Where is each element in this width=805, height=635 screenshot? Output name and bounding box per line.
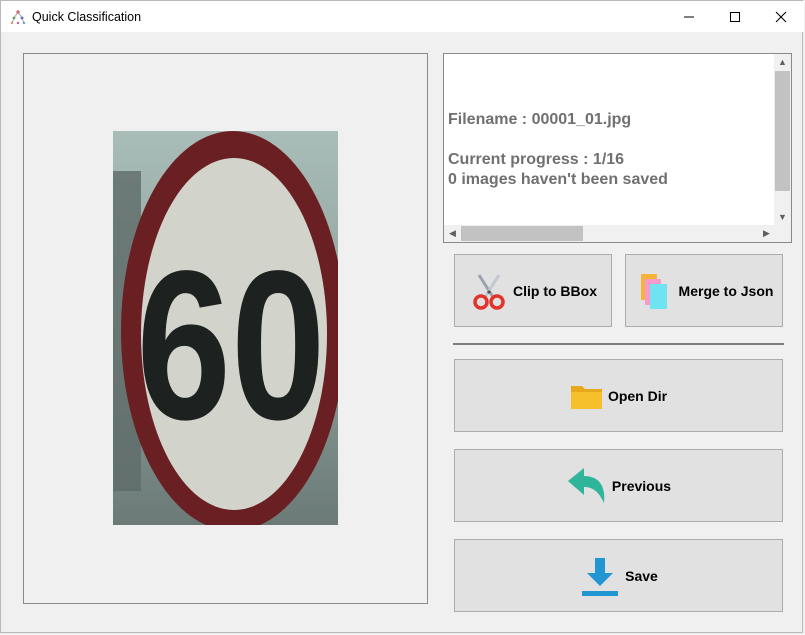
vertical-scrollbar[interactable]: ▲ ▼ bbox=[774, 54, 791, 226]
folder-icon bbox=[570, 385, 602, 409]
filename-text: Filename : 00001_01.jpg bbox=[448, 111, 632, 128]
previous-button[interactable]: Previous bbox=[454, 449, 783, 522]
close-button[interactable] bbox=[758, 1, 804, 32]
open-dir-button[interactable]: Open Dir bbox=[454, 359, 783, 432]
traffic-sign-image: 60 bbox=[113, 131, 338, 525]
progress-text: Current progress : 1/16 bbox=[448, 151, 625, 168]
clip-to-bbox-button[interactable]: Clip to BBox bbox=[454, 254, 612, 327]
download-icon bbox=[582, 557, 619, 596]
maximize-icon bbox=[730, 11, 740, 22]
image-preview-panel: 60 bbox=[23, 53, 428, 604]
documents-icon bbox=[640, 273, 667, 309]
scroll-corner bbox=[774, 225, 791, 242]
scroll-right-arrow-icon[interactable]: ▶ bbox=[758, 225, 775, 242]
maximize-button[interactable] bbox=[712, 1, 758, 32]
clip-to-bbox-label: Clip to BBox bbox=[513, 282, 597, 299]
back-arrow-icon bbox=[567, 467, 605, 503]
unsaved-count-text: 0 images haven't been saved bbox=[448, 171, 668, 188]
info-textbox[interactable]: Filename : 00001_01.jpg Current progress… bbox=[443, 53, 792, 243]
close-icon bbox=[775, 11, 787, 22]
app-logo-icon bbox=[10, 10, 26, 25]
section-divider bbox=[453, 343, 784, 345]
minimize-icon bbox=[684, 16, 694, 17]
sign-number: 60 bbox=[136, 226, 325, 463]
scroll-left-arrow-icon[interactable]: ◀ bbox=[444, 225, 461, 242]
window-title: Quick Classification bbox=[32, 10, 142, 24]
app-window: Quick Classification 60 Filename: 00001… bbox=[0, 0, 804, 633]
save-button[interactable]: Save bbox=[454, 539, 783, 612]
scroll-up-arrow-icon[interactable]: ▲ bbox=[774, 54, 791, 71]
save-label: Save bbox=[625, 567, 658, 584]
merge-to-json-button[interactable]: Merge to Json bbox=[625, 254, 783, 327]
scissors-icon bbox=[473, 273, 505, 310]
merge-to-json-label: Merge to Json bbox=[678, 282, 774, 299]
scroll-down-arrow-icon[interactable]: ▼ bbox=[774, 209, 791, 226]
title-bar[interactable]: Quick Classification bbox=[1, 1, 804, 32]
minimize-button[interactable] bbox=[666, 1, 712, 32]
horizontal-scroll-thumb[interactable] bbox=[461, 226, 583, 241]
previous-label: Previous bbox=[611, 477, 672, 494]
info-text: Filename : 00001_01.jpg Current progress… bbox=[448, 110, 768, 190]
open-dir-label: Open Dir bbox=[607, 387, 668, 404]
horizontal-scrollbar[interactable]: ◀ ▶ bbox=[444, 225, 775, 242]
vertical-scroll-thumb[interactable] bbox=[775, 71, 790, 191]
